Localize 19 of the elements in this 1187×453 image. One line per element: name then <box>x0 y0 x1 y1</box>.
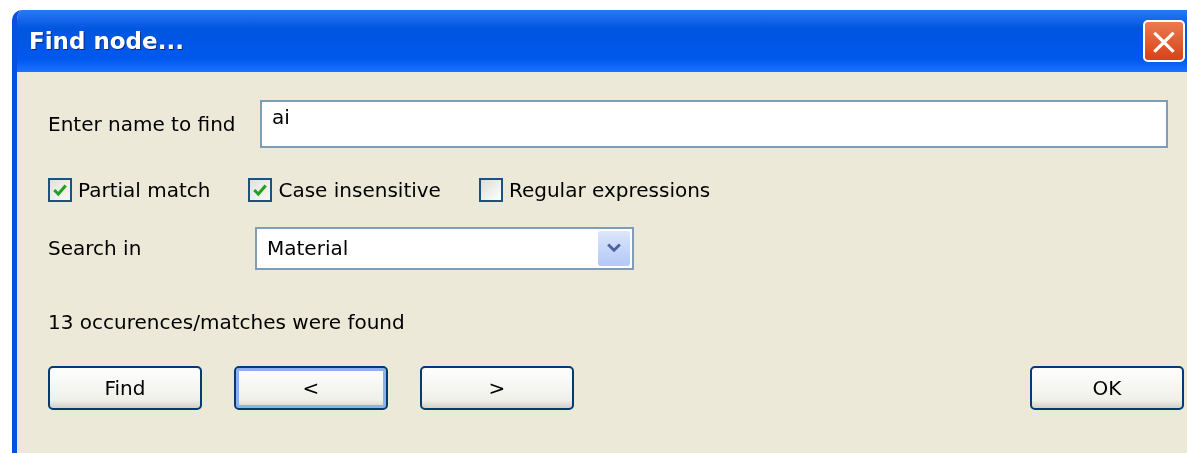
checkbox[interactable] <box>48 178 72 202</box>
dialog-button[interactable]: Find <box>48 366 202 410</box>
check-icon <box>252 182 269 198</box>
checkbox-option[interactable]: Case insensitive <box>248 178 441 202</box>
status-text: 13 occurences/matches were found <box>48 310 406 336</box>
check-icon <box>52 182 68 198</box>
dialog-button[interactable]: > <box>420 366 574 410</box>
checkbox[interactable] <box>248 178 273 202</box>
search-in-label: Search in <box>48 236 143 260</box>
dialog-button[interactable]: < <box>234 366 388 410</box>
field-label: Enter name to find <box>48 112 237 136</box>
dialog-button[interactable]: OK <box>1030 366 1184 410</box>
checkbox[interactable] <box>478 178 503 202</box>
window-title: Find node... <box>29 28 184 54</box>
close-button[interactable]: × <box>1143 20 1185 62</box>
search-in-dropdown[interactable]: Material <box>255 226 634 270</box>
name-input-field[interactable]: ai <box>260 100 1168 148</box>
checkbox-option[interactable]: Partial match <box>48 178 211 202</box>
checkbox-option[interactable]: Regular expressions <box>478 178 711 202</box>
